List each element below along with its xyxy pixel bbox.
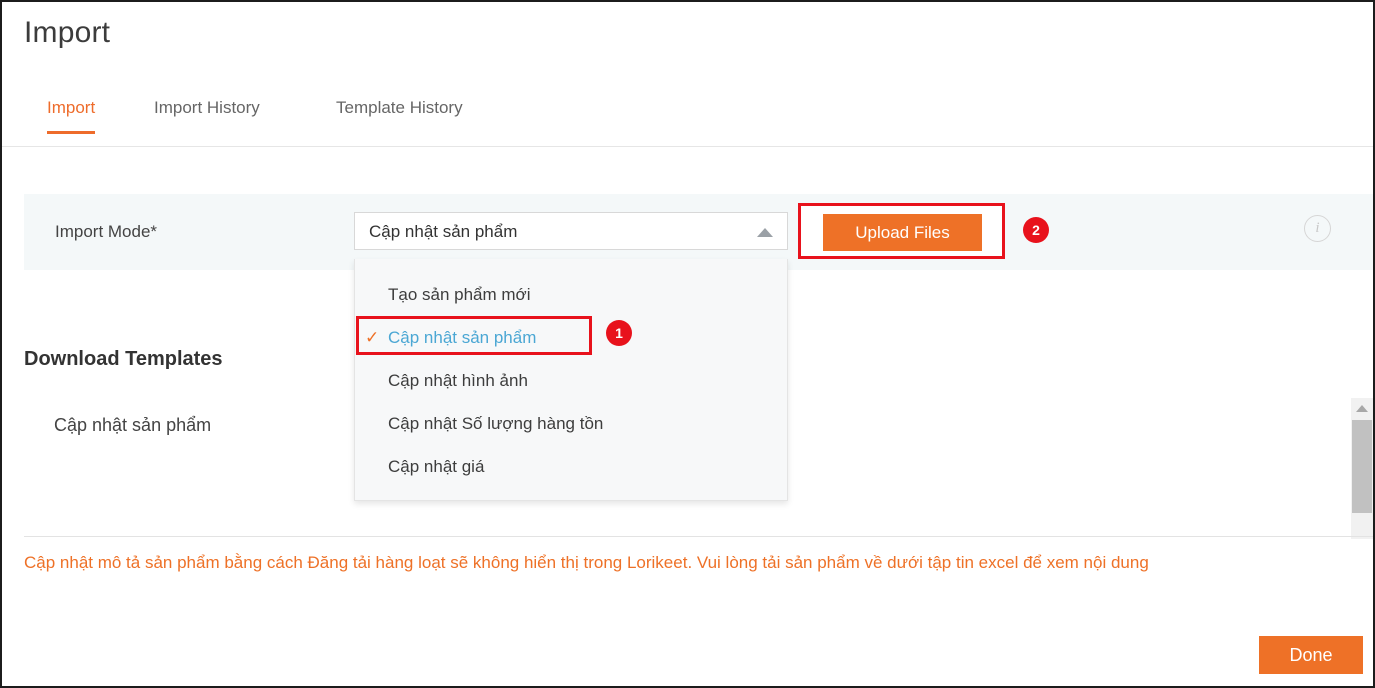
page-title: Import bbox=[24, 16, 110, 50]
upload-files-annotation-box: Upload Files bbox=[798, 203, 1005, 259]
dropdown-option-label: Tạo sản phẩm mới bbox=[388, 285, 530, 304]
annotation-badge-1: 1 bbox=[606, 320, 632, 346]
dropdown-option-cap-nhat-gia[interactable]: Cập nhật giá bbox=[355, 445, 787, 488]
info-circle-icon[interactable]: i bbox=[1304, 215, 1331, 242]
vertical-scrollbar[interactable] bbox=[1351, 398, 1373, 539]
scrollbar-thumb[interactable] bbox=[1352, 420, 1372, 513]
dropdown-option-label: Cập nhật hình ảnh bbox=[388, 371, 528, 390]
import-mode-select-value: Cập nhật sản phẩm bbox=[369, 222, 517, 242]
download-templates-heading: Download Templates bbox=[24, 348, 223, 371]
scroll-up-arrow-icon[interactable] bbox=[1356, 405, 1368, 412]
warning-message: Cập nhật mô tả sản phẩm bằng cách Đăng t… bbox=[24, 549, 1367, 577]
tab-import-history[interactable]: Import History bbox=[154, 98, 260, 134]
dropdown-option-cap-nhat-so-luong-hang-ton[interactable]: Cập nhật Số lượng hàng tồn bbox=[355, 402, 787, 445]
import-mode-dropdown-panel: Tạo sản phẩm mới ✓ Cập nhật sản phẩm Cập… bbox=[354, 259, 788, 501]
import-mode-select[interactable]: Cập nhật sản phẩm bbox=[354, 212, 788, 250]
dropdown-option-tao-san-pham-moi[interactable]: Tạo sản phẩm mới bbox=[355, 273, 787, 316]
tab-bar-underline bbox=[2, 146, 1373, 147]
warning-divider bbox=[24, 536, 1373, 537]
dropdown-option-label: Cập nhật sản phẩm bbox=[388, 328, 536, 347]
tab-import[interactable]: Import bbox=[47, 98, 95, 134]
import-mode-label: Import Mode* bbox=[55, 222, 157, 242]
tab-template-history[interactable]: Template History bbox=[336, 98, 463, 134]
checkmark-icon: ✓ bbox=[365, 316, 379, 359]
done-button[interactable]: Done bbox=[1259, 636, 1363, 674]
dropdown-option-label: Cập nhật Số lượng hàng tồn bbox=[388, 414, 603, 433]
tab-bar: Import Import History Template History bbox=[2, 98, 1373, 148]
download-template-item[interactable]: Cập nhật sản phẩm bbox=[54, 415, 211, 436]
footer-divider bbox=[2, 615, 1373, 616]
import-page: Import Import Import History Template Hi… bbox=[0, 0, 1375, 688]
dropdown-option-cap-nhat-san-pham[interactable]: ✓ Cập nhật sản phẩm bbox=[355, 316, 787, 359]
dropdown-option-cap-nhat-hinh-anh[interactable]: Cập nhật hình ảnh bbox=[355, 359, 787, 402]
annotation-badge-2: 2 bbox=[1023, 217, 1049, 243]
caret-up-icon bbox=[757, 228, 773, 237]
upload-files-button[interactable]: Upload Files bbox=[823, 214, 982, 251]
dropdown-option-label: Cập nhật giá bbox=[388, 457, 484, 476]
